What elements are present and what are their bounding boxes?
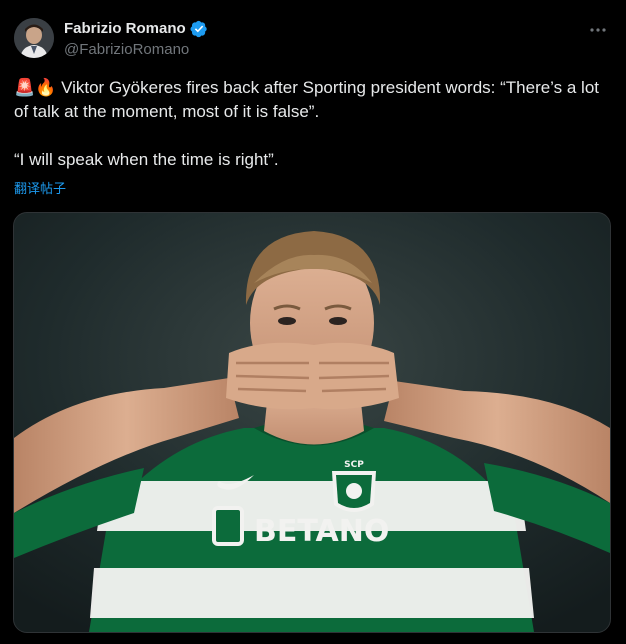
tweet-line-1: 🚨🔥 Viktor Gyökeres fires back after Spor… (14, 76, 604, 124)
crest-label: SCP (344, 460, 364, 470)
more-options-icon[interactable] (588, 20, 608, 40)
sponsor-logo: BETANO (212, 506, 389, 549)
avatar-image (14, 18, 54, 58)
verified-badge-icon (190, 20, 208, 38)
sponsor-text: BETANO (254, 514, 389, 549)
author-handle[interactable]: @FabrizioRomano (64, 40, 208, 60)
tweet-text: 🚨🔥 Viktor Gyökeres fires back after Spor… (14, 76, 604, 172)
tweet-line-1-text: Viktor Gyökeres fires back after Sportin… (14, 78, 600, 121)
tweet-line-2: “I will speak when the time is right”. (14, 150, 279, 169)
player-photo: SCP BETANO (14, 213, 610, 632)
author-display-name[interactable]: Fabrizio Romano (64, 20, 186, 38)
sporting-crest-icon (332, 471, 376, 512)
avatar[interactable] (14, 18, 54, 58)
translate-post-link[interactable]: 翻译帖子 (14, 181, 66, 197)
alert-fire-emoji-icon: 🚨🔥 (14, 78, 57, 97)
tweet-header: Fabrizio Romano @FabrizioRomano (14, 18, 612, 62)
author-names: Fabrizio Romano @FabrizioRomano (64, 20, 208, 60)
tweet-media-image[interactable]: SCP BETANO (13, 212, 611, 633)
